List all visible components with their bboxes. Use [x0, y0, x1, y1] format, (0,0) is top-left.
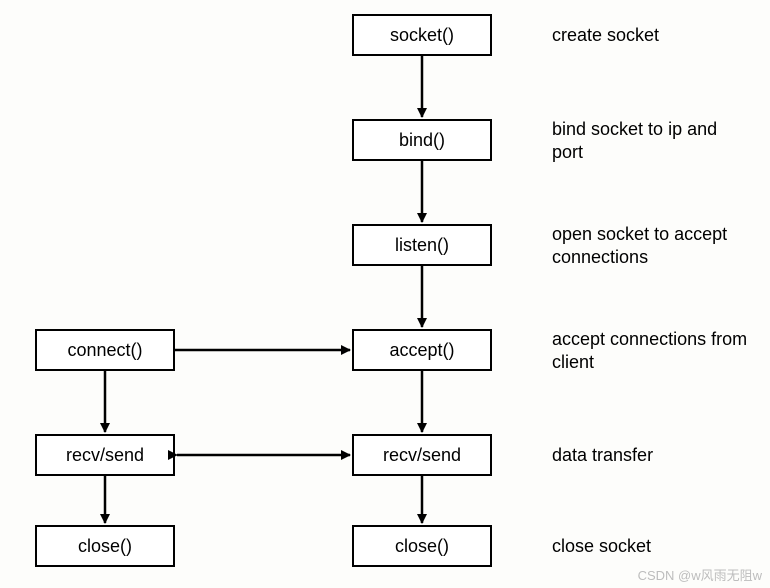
label-close-socket: close socket — [552, 535, 651, 558]
node-close-client: close() — [35, 525, 175, 567]
label-data-transfer: data transfer — [552, 444, 653, 467]
flow-arrows — [0, 0, 770, 588]
watermark: CSDN @w风雨无阻w — [638, 565, 762, 584]
label-bind-socket: bind socket to ip and port — [552, 118, 732, 165]
node-recvsend-client: recv/send — [35, 434, 175, 476]
label-create-socket: create socket — [552, 24, 659, 47]
label-accept-connections: accept connections from client — [552, 328, 752, 375]
node-bind: bind() — [352, 119, 492, 161]
node-close-server: close() — [352, 525, 492, 567]
node-recvsend-server: recv/send — [352, 434, 492, 476]
node-listen: listen() — [352, 224, 492, 266]
node-connect: connect() — [35, 329, 175, 371]
node-socket: socket() — [352, 14, 492, 56]
label-open-socket: open socket to accept connections — [552, 223, 752, 270]
node-accept: accept() — [352, 329, 492, 371]
